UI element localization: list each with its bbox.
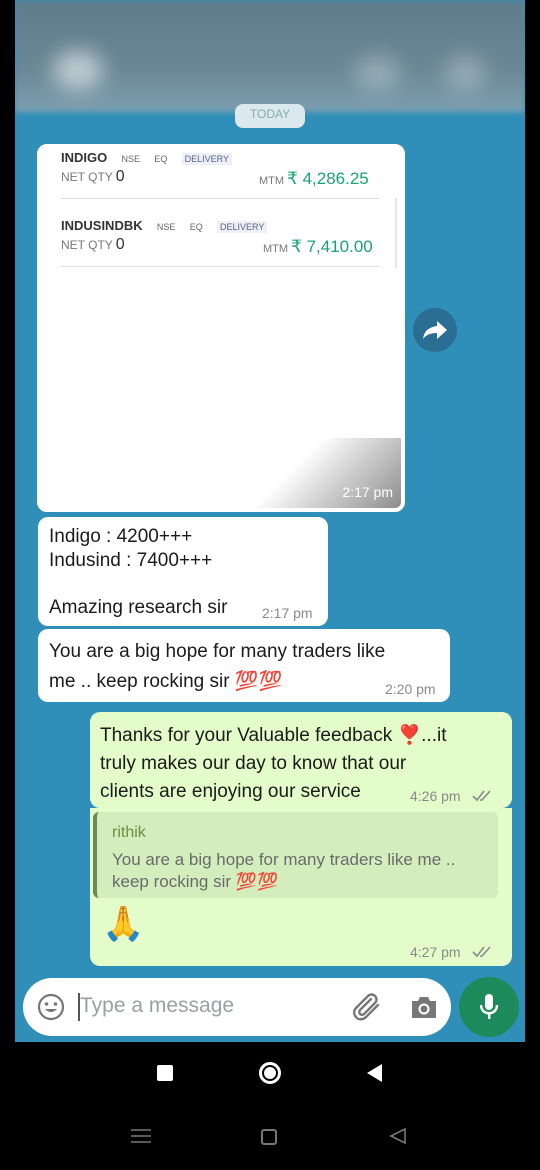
divider bbox=[61, 266, 379, 267]
message-time: 2:17 pm bbox=[342, 484, 393, 500]
stock-name: INDUSINDBK bbox=[61, 218, 143, 233]
mtm-value: MTM ₹ 4,286.25 bbox=[259, 169, 369, 188]
chat-screen: TODAY INDIGO NSE EQ DELIVERY NET QTY 0 MT… bbox=[15, 0, 525, 1042]
product-tag: DELIVERY bbox=[217, 221, 268, 233]
mic-icon bbox=[479, 994, 499, 1019]
message-line: Indusind : 7400+++ bbox=[49, 550, 213, 571]
message-line: clients are enjoying our service bbox=[100, 781, 361, 802]
home-button[interactable] bbox=[259, 1062, 281, 1084]
double-check-icon bbox=[472, 946, 491, 958]
message-line: truly makes our day to know that our bbox=[100, 753, 407, 774]
message-line: Indigo : 4200+++ bbox=[49, 526, 193, 547]
message-input[interactable]: Type a message bbox=[80, 994, 234, 1018]
quoted-message[interactable]: rithik You are a big hope for many trade… bbox=[93, 812, 498, 898]
incoming-message[interactable]: You are a big hope for many traders like… bbox=[38, 629, 450, 702]
message-line: Amazing research sir bbox=[49, 597, 228, 618]
quote-author: rithik bbox=[112, 824, 146, 841]
segment-tag: EQ bbox=[154, 154, 168, 164]
blurred-icon bbox=[355, 55, 400, 90]
outgoing-message[interactable]: Thanks for your Valuable feedback ❣️...i… bbox=[90, 712, 512, 808]
recents-button[interactable] bbox=[157, 1065, 173, 1081]
exchange-tag: NSE bbox=[121, 154, 141, 164]
square-nav-icon[interactable] bbox=[261, 1129, 277, 1145]
message-line: You are a big hope for many traders like bbox=[49, 641, 386, 662]
exchange-tag: NSE bbox=[156, 222, 176, 232]
incoming-message[interactable]: Indigo : 4200+++ Indusind : 7400+++ Amaz… bbox=[38, 517, 328, 626]
screenshot-image: INDIGO NSE EQ DELIVERY NET QTY 0 MTM ₹ 4,2… bbox=[41, 148, 401, 508]
blurred-icon bbox=[445, 55, 485, 90]
mtm-value: MTM ₹ 7,410.00 bbox=[263, 237, 373, 256]
triangle-back-icon[interactable] bbox=[389, 1127, 407, 1145]
double-check-icon bbox=[472, 790, 491, 802]
message-time: 4:26 pm bbox=[410, 788, 461, 804]
attach-icon[interactable] bbox=[352, 993, 384, 1023]
quote-line: You are a big hope for many traders like… bbox=[112, 850, 456, 869]
forward-icon bbox=[423, 321, 447, 339]
divider bbox=[61, 198, 379, 199]
mic-button[interactable] bbox=[459, 977, 519, 1037]
blurred-avatar bbox=[53, 50, 103, 90]
scrollbar bbox=[395, 198, 397, 268]
stock-name: INDIGO bbox=[61, 150, 108, 165]
camera-icon[interactable] bbox=[409, 994, 439, 1020]
quote-line: keep rocking sir 💯💯 bbox=[112, 872, 279, 891]
forward-button[interactable] bbox=[413, 308, 457, 352]
message-line: me .. keep rocking sir 💯💯 bbox=[49, 671, 283, 692]
pray-emoji: 🙏 bbox=[102, 905, 145, 943]
message-time: 2:17 pm bbox=[262, 605, 313, 621]
image-message[interactable]: INDIGO NSE EQ DELIVERY NET QTY 0 MTM ₹ 4,2… bbox=[37, 144, 405, 512]
segment-tag: EQ bbox=[189, 222, 203, 232]
product-tag: DELIVERY bbox=[181, 153, 232, 165]
stock-row: INDIGO NSE EQ DELIVERY bbox=[61, 148, 381, 168]
net-qty: NET QTY 0 bbox=[61, 236, 125, 253]
back-button[interactable] bbox=[365, 1063, 383, 1083]
message-time: 4:27 pm bbox=[410, 944, 461, 960]
message-time: 2:20 pm bbox=[385, 681, 436, 697]
net-qty: NET QTY 0 bbox=[61, 168, 125, 185]
date-pill: TODAY bbox=[235, 104, 305, 128]
emoji-icon[interactable] bbox=[36, 992, 66, 1022]
stock-row: INDUSINDBK NSE EQ DELIVERY bbox=[61, 214, 381, 236]
message-line: Thanks for your Valuable feedback ❣️...i… bbox=[100, 725, 447, 746]
menu-icon[interactable] bbox=[130, 1128, 152, 1144]
